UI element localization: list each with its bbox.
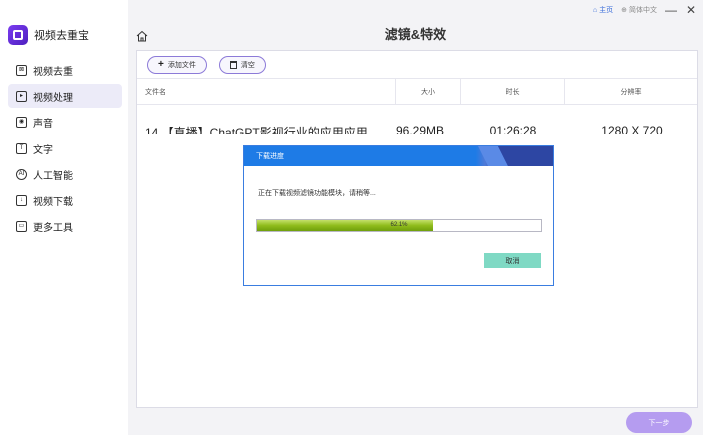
dedupe-icon: ⊠ bbox=[16, 64, 27, 76]
language-selector[interactable]: ⊕ 简体中文 bbox=[621, 5, 657, 15]
file-name-cell: 14 【直播】ChatGPT影视行业的应用应用 bbox=[145, 126, 368, 134]
app-name: 视频去重宝 bbox=[34, 30, 89, 42]
sidebar-item-label: 视频下载 bbox=[33, 196, 73, 208]
sidebar-item-video-process[interactable]: ▸ 视频处理 bbox=[8, 84, 122, 108]
sidebar-item-dedupe[interactable]: ⊠ 视频去重 bbox=[8, 58, 122, 82]
column-header-size[interactable]: 大小 bbox=[396, 79, 461, 104]
sidebar-item-label: 更多工具 bbox=[33, 222, 73, 234]
sidebar-item-audio[interactable]: ◉ 声音 bbox=[8, 110, 122, 134]
file-resolution-cell: 1280 X 720 bbox=[601, 124, 663, 134]
table-row[interactable]: 14 【直播】ChatGPT影视行业的应用应用 96.29MB 01:26:28… bbox=[137, 122, 699, 134]
column-header-filename[interactable]: 文件名 bbox=[137, 79, 396, 104]
cancel-button[interactable]: 取消 bbox=[484, 253, 541, 268]
sidebar-item-ai[interactable]: AI 人工智能 bbox=[8, 162, 122, 186]
home-link-label: 主页 bbox=[599, 7, 614, 14]
home-link[interactable]: ⌂ 主页 bbox=[593, 5, 613, 15]
topbar: ⌂ 主页 ⊕ 简体中文 — ✕ bbox=[593, 4, 697, 16]
sidebar-item-label: 文字 bbox=[33, 144, 53, 156]
close-button[interactable]: ✕ bbox=[685, 4, 697, 16]
sidebar-item-label: 声音 bbox=[33, 118, 53, 130]
trash-icon bbox=[229, 60, 237, 69]
add-file-button[interactable]: + 添加文件 bbox=[147, 55, 207, 74]
globe-icon: ⊕ bbox=[621, 7, 627, 14]
clear-label: 清空 bbox=[240, 61, 255, 69]
text-icon: T bbox=[16, 142, 27, 154]
minimize-button[interactable]: — bbox=[665, 4, 677, 16]
next-step-button[interactable]: 下一步 bbox=[626, 412, 692, 433]
dialog-message: 正在下载视频滤镜功能模块，请稍等... bbox=[258, 190, 376, 197]
table-header: 文件名 大小 时长 分辨率 bbox=[137, 79, 697, 105]
file-duration-cell: 01:26:28 bbox=[489, 124, 537, 134]
sidebar-nav: ⊠ 视频去重 ▸ 视频处理 ◉ 声音 T 文字 AI 人工智能 ↓ 视频下载 ▭… bbox=[8, 58, 122, 240]
home-icon: ⌂ bbox=[592, 6, 598, 14]
language-label: 简体中文 bbox=[629, 7, 657, 14]
download-progress-bar: 62.1% bbox=[256, 219, 542, 232]
sidebar-item-download[interactable]: ↓ 视频下载 bbox=[8, 188, 122, 212]
toolbar: + 添加文件 清空 bbox=[137, 51, 697, 79]
column-header-duration[interactable]: 时长 bbox=[461, 79, 565, 104]
toolbox-icon: ▭ bbox=[16, 220, 27, 232]
header-decoration bbox=[478, 146, 553, 166]
download-progress-dialog: 下载进度 正在下载视频滤镜功能模块，请稍等... 62.1% 取消 bbox=[243, 145, 554, 286]
column-header-resolution[interactable]: 分辨率 bbox=[565, 79, 697, 104]
progress-percent-label: 62.1% bbox=[390, 222, 408, 228]
plus-icon: + bbox=[158, 59, 164, 70]
file-size-cell: 96.29MB bbox=[396, 124, 445, 134]
brand: 视频去重宝 bbox=[8, 25, 89, 45]
download-icon: ↓ bbox=[16, 194, 27, 206]
video-process-icon: ▸ bbox=[16, 90, 27, 102]
sidebar-item-label: 人工智能 bbox=[33, 170, 73, 182]
clear-button[interactable]: 清空 bbox=[218, 55, 266, 74]
sidebar-item-label: 视频处理 bbox=[33, 92, 73, 104]
dialog-title: 下载进度 bbox=[256, 153, 284, 160]
sidebar: 视频去重宝 ⊠ 视频去重 ▸ 视频处理 ◉ 声音 T 文字 AI 人工智能 ↓ … bbox=[0, 0, 128, 435]
dialog-header: 下载进度 bbox=[244, 146, 553, 166]
sidebar-item-label: 视频去重 bbox=[33, 66, 73, 78]
audio-icon: ◉ bbox=[16, 116, 27, 128]
sidebar-item-text[interactable]: T 文字 bbox=[8, 136, 122, 160]
ai-icon: AI bbox=[16, 168, 27, 180]
sidebar-item-more-tools[interactable]: ▭ 更多工具 bbox=[8, 214, 122, 238]
page-title: 滤镜&特效 bbox=[384, 27, 447, 42]
app-logo-icon bbox=[8, 25, 28, 45]
add-file-label: 添加文件 bbox=[167, 61, 196, 69]
